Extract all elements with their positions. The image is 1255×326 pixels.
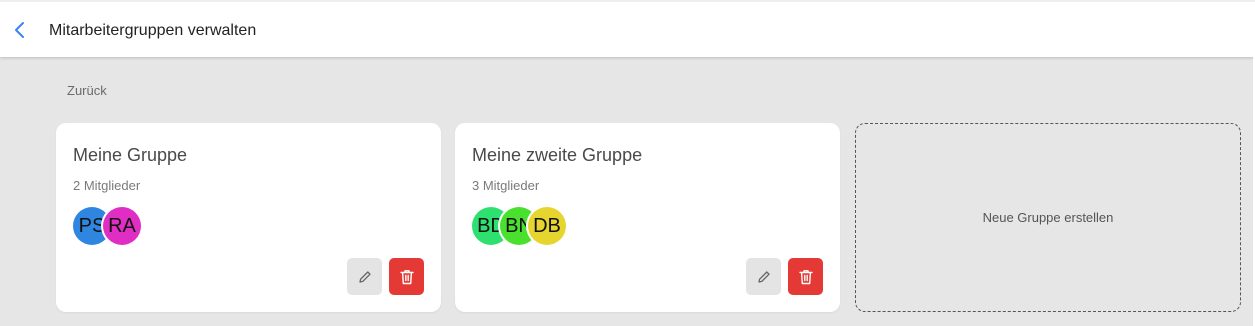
trash-icon bbox=[399, 269, 414, 284]
new-group-card[interactable]: Neue Gruppe erstellen bbox=[855, 123, 1241, 312]
group-name: Meine zweite Gruppe bbox=[472, 145, 643, 165]
edit-button[interactable] bbox=[347, 258, 382, 295]
delete-button[interactable] bbox=[788, 258, 823, 295]
new-group-label: Neue Gruppe erstellen bbox=[982, 210, 1114, 225]
avatar: DB bbox=[528, 207, 566, 245]
member-count: 3 Mitglieder bbox=[472, 178, 540, 193]
delete-button[interactable] bbox=[389, 258, 424, 295]
group-card: Meine Gruppe 2 Mitglieder PS RA bbox=[56, 123, 441, 312]
pencil-icon bbox=[358, 270, 371, 283]
page-title: Mitarbeitergruppen verwalten bbox=[49, 22, 257, 39]
back-link[interactable]: Zurück bbox=[67, 83, 107, 98]
pencil-icon bbox=[757, 270, 770, 283]
group-card: Meine zweite Gruppe 3 Mitglieder BD BN D… bbox=[455, 123, 840, 312]
trash-icon bbox=[798, 269, 813, 284]
member-count: 2 Mitglieder bbox=[73, 178, 141, 193]
back-button[interactable] bbox=[8, 16, 32, 44]
avatar: RA bbox=[103, 207, 141, 245]
top-bar: Mitarbeitergruppen verwalten bbox=[0, 0, 1255, 57]
chevron-left-icon bbox=[15, 22, 24, 38]
group-name: Meine Gruppe bbox=[73, 145, 188, 165]
edit-button[interactable] bbox=[746, 258, 781, 295]
